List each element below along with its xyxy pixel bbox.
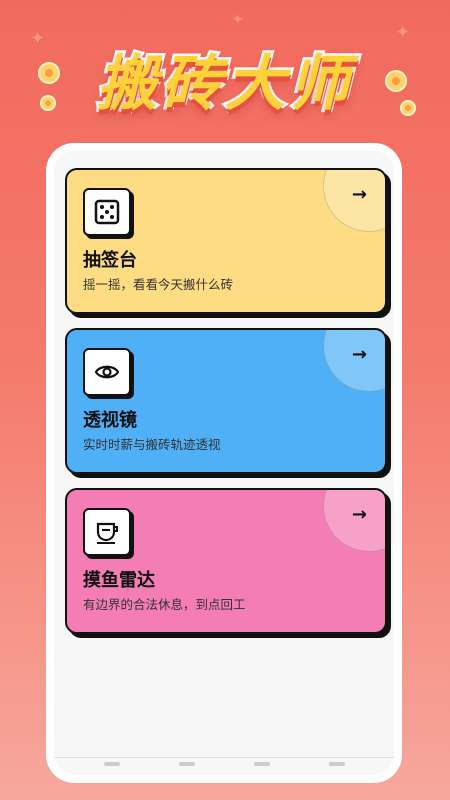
card-draw-lots[interactable]: → 抽签台 摇一摇，看看今天搬什么砖: [65, 168, 387, 314]
nav-tab[interactable]: [253, 762, 270, 766]
phone-frame: → 抽签台 摇一摇，看看今天搬什么砖 → 透视镜 实时时薪与搬砖轨迹透视 → 摸…: [46, 143, 402, 783]
bottom-nav: [54, 757, 394, 775]
nav-tab[interactable]: [178, 762, 195, 766]
cup-icon: [83, 508, 131, 556]
sparkle-icon: ✦: [232, 12, 244, 28]
dice-icon: [83, 188, 131, 236]
card-subtitle: 摇一摇，看看今天搬什么砖: [83, 277, 234, 292]
nav-tab[interactable]: [328, 762, 345, 766]
card-slack-radar[interactable]: → 摸鱼雷达 有边界的合法休息，到点回工: [65, 488, 387, 634]
card-title: 透视镜: [83, 410, 137, 431]
arrow-right-icon[interactable]: →: [352, 344, 367, 365]
card-subtitle: 有边界的合法休息，到点回工: [83, 597, 246, 612]
card-perspective[interactable]: → 透视镜 实时时薪与搬砖轨迹透视: [65, 328, 387, 474]
arrow-right-icon[interactable]: →: [352, 184, 367, 205]
card-title: 抽签台: [83, 250, 137, 271]
phone-screen: → 抽签台 摇一摇，看看今天搬什么砖 → 透视镜 实时时薪与搬砖轨迹透视 → 摸…: [54, 151, 394, 775]
card-title: 摸鱼雷达: [83, 570, 155, 591]
card-subtitle: 实时时薪与搬砖轨迹透视: [83, 437, 221, 452]
app-title: 搬砖大师: [95, 47, 353, 122]
eye-icon: [83, 348, 131, 396]
arrow-right-icon[interactable]: →: [352, 504, 367, 525]
nav-tab[interactable]: [103, 762, 120, 766]
